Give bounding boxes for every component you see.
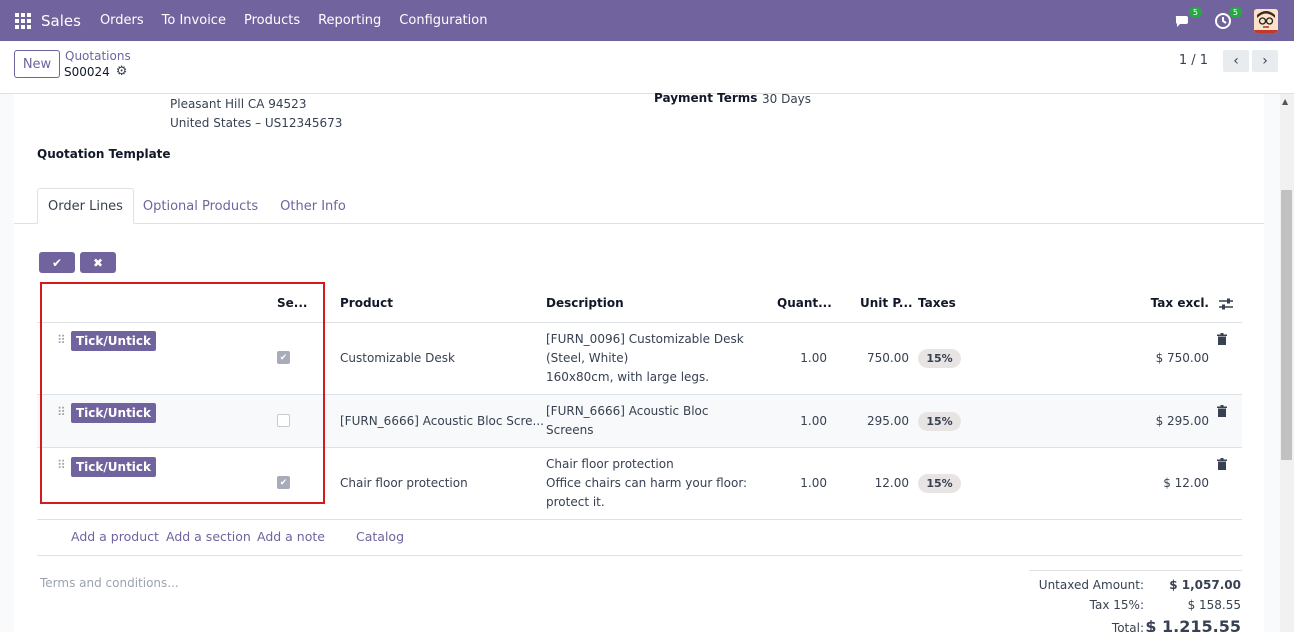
product-cell[interactable]: Chair floor protection xyxy=(340,474,468,493)
untaxed-amount-label: Untaxed Amount: xyxy=(1038,578,1144,592)
tax-badge[interactable]: 15% xyxy=(918,474,961,493)
menu-orders[interactable]: Orders xyxy=(91,13,153,28)
menu-products[interactable]: Products xyxy=(235,13,309,28)
row-divider xyxy=(37,519,1242,520)
chat-icon[interactable]: 5 xyxy=(1174,6,1202,30)
gear-icon[interactable]: ⚙ xyxy=(116,64,128,79)
tax-badge[interactable]: 15% xyxy=(918,412,961,431)
trash-icon[interactable] xyxy=(1217,458,1227,473)
untaxed-amount-value: $ 1,057.00 xyxy=(1169,578,1241,592)
total-value: $ 1,215.55 xyxy=(1145,617,1241,632)
tax-amount-value: $ 158.55 xyxy=(1187,598,1241,612)
address-line-city: Pleasant Hill CA 94523 xyxy=(170,97,307,111)
subtotal-cell: $ 750.00 xyxy=(1155,351,1209,365)
tax-amount-label: Tax 15%: xyxy=(1089,598,1144,612)
add-note-link[interactable]: Add a note xyxy=(257,529,325,544)
description-line: [FURN_6666] Acoustic Bloc xyxy=(546,404,709,418)
description-line: Office chairs can harm your floor: xyxy=(546,476,748,490)
table-bottom-divider xyxy=(37,555,1242,556)
description-line: protect it. xyxy=(546,495,605,509)
column-unit-price[interactable]: Unit P... xyxy=(860,296,913,310)
trash-icon[interactable] xyxy=(1217,405,1227,420)
record-name: S00024 xyxy=(64,64,110,79)
trash-icon[interactable] xyxy=(1217,333,1227,348)
subtotal-cell: $ 12.00 xyxy=(1163,476,1209,490)
check-icon: ✔ xyxy=(51,255,63,270)
subtotal-cell: $ 295.00 xyxy=(1155,414,1209,428)
description-line: (Steel, White) xyxy=(546,351,629,365)
column-quantity[interactable]: Quant... xyxy=(777,296,832,310)
highlight-annotation-box xyxy=(40,282,325,504)
payment-terms-value[interactable]: 30 Days xyxy=(762,92,811,106)
product-cell[interactable]: Customizable Desk xyxy=(340,349,455,368)
close-icon: ✖ xyxy=(92,255,104,270)
pager-next-button[interactable]: › xyxy=(1252,50,1278,72)
quantity-cell[interactable]: 1.00 xyxy=(770,412,827,431)
optional-columns-icon[interactable] xyxy=(1219,298,1233,313)
scroll-up-arrow-icon[interactable]: ▲ xyxy=(1282,97,1288,106)
unit-price-cell[interactable]: 750.00 xyxy=(840,349,909,368)
description-cell[interactable]: Chair floor protection Office chairs can… xyxy=(546,455,747,512)
chevron-left-icon: ‹ xyxy=(1233,53,1239,69)
column-taxes[interactable]: Taxes xyxy=(918,296,956,310)
description-line: Screens xyxy=(546,423,594,437)
pager-counter[interactable]: 1 / 1 xyxy=(1179,53,1208,68)
payment-terms-label: Payment Terms xyxy=(654,91,758,105)
unit-price-cell[interactable]: 12.00 xyxy=(840,474,909,493)
tick-all-button[interactable]: ✔ xyxy=(39,252,75,273)
user-avatar[interactable] xyxy=(1254,8,1278,33)
address-line-country: United States – US12345673 xyxy=(170,116,343,130)
add-product-link[interactable]: Add a product xyxy=(71,529,159,544)
record-title: S00024 ⚙ xyxy=(64,64,127,79)
app-brand[interactable]: Sales xyxy=(41,12,81,30)
description-cell[interactable]: [FURN_0096] Customizable Desk (Steel, Wh… xyxy=(546,330,744,387)
tax-badge[interactable]: 15% xyxy=(918,349,961,368)
menu-to-invoice[interactable]: To Invoice xyxy=(153,13,235,28)
scrollbar-thumb[interactable] xyxy=(1281,190,1292,460)
chat-count-badge: 5 xyxy=(1188,6,1202,18)
tab-other-info[interactable]: Other Info xyxy=(272,188,354,224)
control-panel: New Quotations S00024 ⚙ 1 / 1 ‹ › xyxy=(0,41,1294,94)
apps-menu-icon[interactable] xyxy=(15,12,31,29)
menu-configuration[interactable]: Configuration xyxy=(390,13,496,28)
totals-divider xyxy=(1029,570,1242,571)
top-navbar: Sales Orders To Invoice Products Reporti… xyxy=(0,0,1294,41)
activity-clock-icon[interactable]: 5 xyxy=(1214,6,1242,30)
tab-optional-products[interactable]: Optional Products xyxy=(138,188,263,224)
product-cell[interactable]: [FURN_6666] Acoustic Bloc Scre... xyxy=(340,412,544,431)
quotation-template-label: Quotation Template xyxy=(37,147,171,161)
untick-all-button[interactable]: ✖ xyxy=(80,252,116,273)
catalog-link[interactable]: Catalog xyxy=(356,529,404,544)
quantity-cell[interactable]: 1.00 xyxy=(770,349,827,368)
description-cell[interactable]: [FURN_6666] Acoustic Bloc Screens xyxy=(546,402,708,440)
notebook-tabs: Order Lines Optional Products Other Info xyxy=(14,188,1264,224)
description-line: 160x80cm, with large legs. xyxy=(546,370,710,384)
quantity-cell[interactable]: 1.00 xyxy=(770,474,827,493)
menu-reporting[interactable]: Reporting xyxy=(309,13,390,28)
activity-count-badge: 5 xyxy=(1228,6,1242,18)
chevron-right-icon: › xyxy=(1262,53,1268,69)
unit-price-cell[interactable]: 295.00 xyxy=(840,412,909,431)
description-line: [FURN_0096] Customizable Desk xyxy=(546,332,744,346)
description-line: Chair floor protection xyxy=(546,457,674,471)
column-tax-excl[interactable]: Tax excl. xyxy=(1120,296,1209,310)
new-button[interactable]: New xyxy=(14,50,60,78)
column-product[interactable]: Product xyxy=(340,296,393,310)
column-description[interactable]: Description xyxy=(546,296,624,310)
terms-conditions-field[interactable]: Terms and conditions... xyxy=(40,576,179,590)
pager-previous-button[interactable]: ‹ xyxy=(1223,50,1249,72)
tab-order-lines[interactable]: Order Lines xyxy=(37,188,134,224)
add-section-link[interactable]: Add a section xyxy=(166,529,251,544)
breadcrumb-quotations[interactable]: Quotations xyxy=(65,49,131,63)
